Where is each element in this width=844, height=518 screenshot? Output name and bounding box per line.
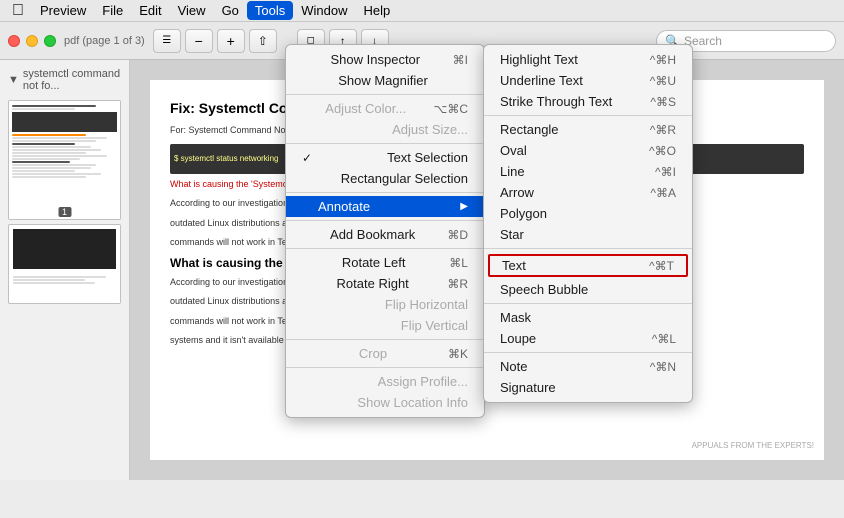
page-body-2: What is causing the 'Systemctl command n… [170,178,804,192]
watermark: APPUALS FROM THE EXPERTS! [692,441,814,450]
sidebar-title: systemctl command not fo... [23,68,121,92]
thumbnail2-content [13,229,116,269]
apple-menu[interactable]:  [4,2,32,20]
sidebar: ▼ systemctl command not fo... [0,60,130,480]
page-document: Fix: Systemctl Command Not Found For: Sy… [150,80,824,460]
zoom-out-button[interactable]: − [185,29,213,53]
page-body-6: According to our investigations, the mai… [170,276,804,290]
page-body-3: According to our investigations, the mai… [170,197,804,211]
thumbnail-content [9,101,120,219]
prev-page-button[interactable]: ↑ [329,29,357,53]
thumbnail-page1[interactable]: 1 [8,100,121,220]
main-layout: ▼ systemctl command not fo... [0,60,844,480]
code-block: $ systemctl status networking [170,144,804,174]
page-body-4: outdated Linux distributions are using S… [170,217,804,231]
menu-file[interactable]: File [94,1,131,20]
search-icon: 🔍 [665,34,680,48]
next-page-button[interactable]: ↓ [361,29,389,53]
menu-window[interactable]: Window [293,1,355,20]
search-box[interactable]: 🔍 Search [656,30,836,52]
menu-edit[interactable]: Edit [131,1,169,20]
menu-go[interactable]: Go [214,1,247,20]
menu-preview[interactable]: Preview [32,1,94,20]
page-number-badge: 1 [58,207,71,217]
title-bar: pdf (page 1 of 3) ☰ − + ⇧ ◻ ↑ ↓ 🔍 Search [0,22,844,60]
page-body-5: commands will not work in Terminal. Syst… [170,236,804,250]
minimize-button[interactable] [26,35,38,47]
content-area: Fix: Systemctl Command Not Found For: Sy… [130,60,844,480]
maximize-button[interactable] [44,35,56,47]
menu-bar:  Preview File Edit View Go Tools Window… [0,0,844,22]
sidebar-toggle[interactable]: ☰ [153,29,181,53]
menu-tools[interactable]: Tools [247,1,293,20]
sidebar-chevron-icon: ▼ [8,74,19,86]
sidebar-header: ▼ systemctl command not fo... [0,64,129,96]
share-button[interactable]: ⇧ [249,29,277,53]
zoom-in-button[interactable]: + [217,29,245,53]
menu-view[interactable]: View [170,1,214,20]
menu-help[interactable]: Help [356,1,399,20]
toolbar-controls: ☰ − + ⇧ [153,29,277,53]
scroll-mode-button[interactable]: ◻ [297,29,325,53]
page-title: Fix: Systemctl Command Not Found [170,100,804,116]
doc-title: pdf (page 1 of 3) [64,35,145,47]
traffic-lights [8,35,56,47]
close-button[interactable] [8,35,20,47]
page-subtitle: What is causing the 'Syster... error? [170,256,804,270]
page-body-1: For: Systemctl Command Not Found [170,124,804,138]
page-body-7: outdated Linux distributions are using S… [170,295,804,309]
page-body-9: systems and it isn't available for the o… [170,334,804,348]
nav-controls: ◻ ↑ ↓ [297,29,389,53]
thumbnail-page2[interactable] [8,224,121,304]
search-placeholder: Search [684,34,722,48]
page-body-8: commands will not work in Terminal. Syst… [170,315,804,329]
